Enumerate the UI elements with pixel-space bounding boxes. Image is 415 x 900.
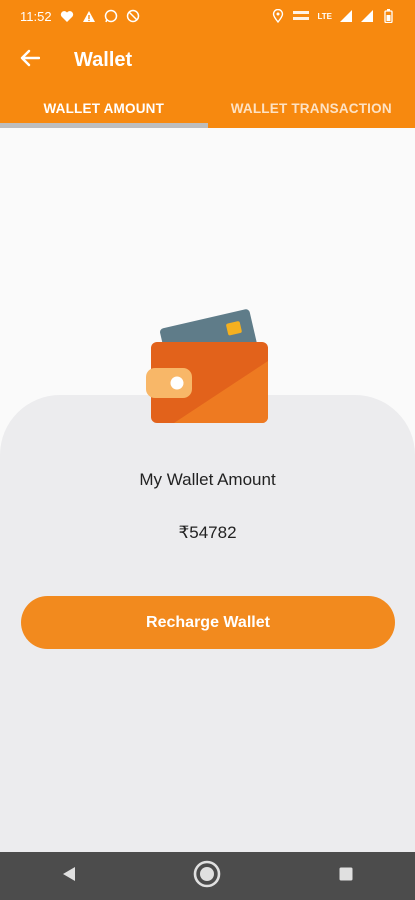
wallet-amount-value: ₹54782: [178, 523, 237, 542]
nav-recents-button[interactable]: [316, 852, 376, 900]
home-circle-icon: [192, 859, 222, 894]
battery-icon: [381, 9, 395, 23]
recharge-wallet-button[interactable]: Recharge Wallet: [21, 596, 395, 649]
network-type: LTE: [317, 11, 332, 21]
whatsapp-icon: [104, 9, 118, 23]
tab-wallet-transaction[interactable]: WALLET TRANSACTION: [208, 88, 415, 128]
wallet-amount-label: My Wallet Amount: [139, 470, 276, 489]
signal-icon-2: [360, 9, 374, 23]
page-title: Wallet: [74, 48, 133, 71]
nav-back-button[interactable]: [39, 852, 99, 900]
tab-bar: WALLET AMOUNT WALLET TRANSACTION: [0, 88, 415, 128]
wallet-icon: [146, 305, 271, 427]
back-button[interactable]: [2, 32, 58, 88]
status-right: LTE: [271, 9, 395, 23]
recharge-wallet-label: Recharge Wallet: [146, 613, 270, 631]
arrow-left-icon: [20, 49, 41, 72]
back-triangle-icon: [61, 866, 77, 887]
signal-icon: [339, 9, 353, 23]
system-nav-bar: [0, 852, 415, 900]
status-bar: 11:52 LTE: [0, 0, 415, 32]
blocked-icon: [126, 9, 140, 23]
status-time: 11:52: [20, 8, 52, 24]
recents-square-icon: [338, 866, 354, 887]
nav-home-button[interactable]: [177, 852, 237, 900]
status-left: 11:52: [20, 9, 140, 24]
location-icon: [271, 9, 285, 23]
tab-wallet-amount[interactable]: WALLET AMOUNT: [0, 88, 208, 128]
heart-icon: [60, 9, 74, 23]
app-bar: Wallet: [0, 32, 415, 88]
volte-icon: [292, 9, 310, 23]
warning-icon: [82, 9, 96, 23]
